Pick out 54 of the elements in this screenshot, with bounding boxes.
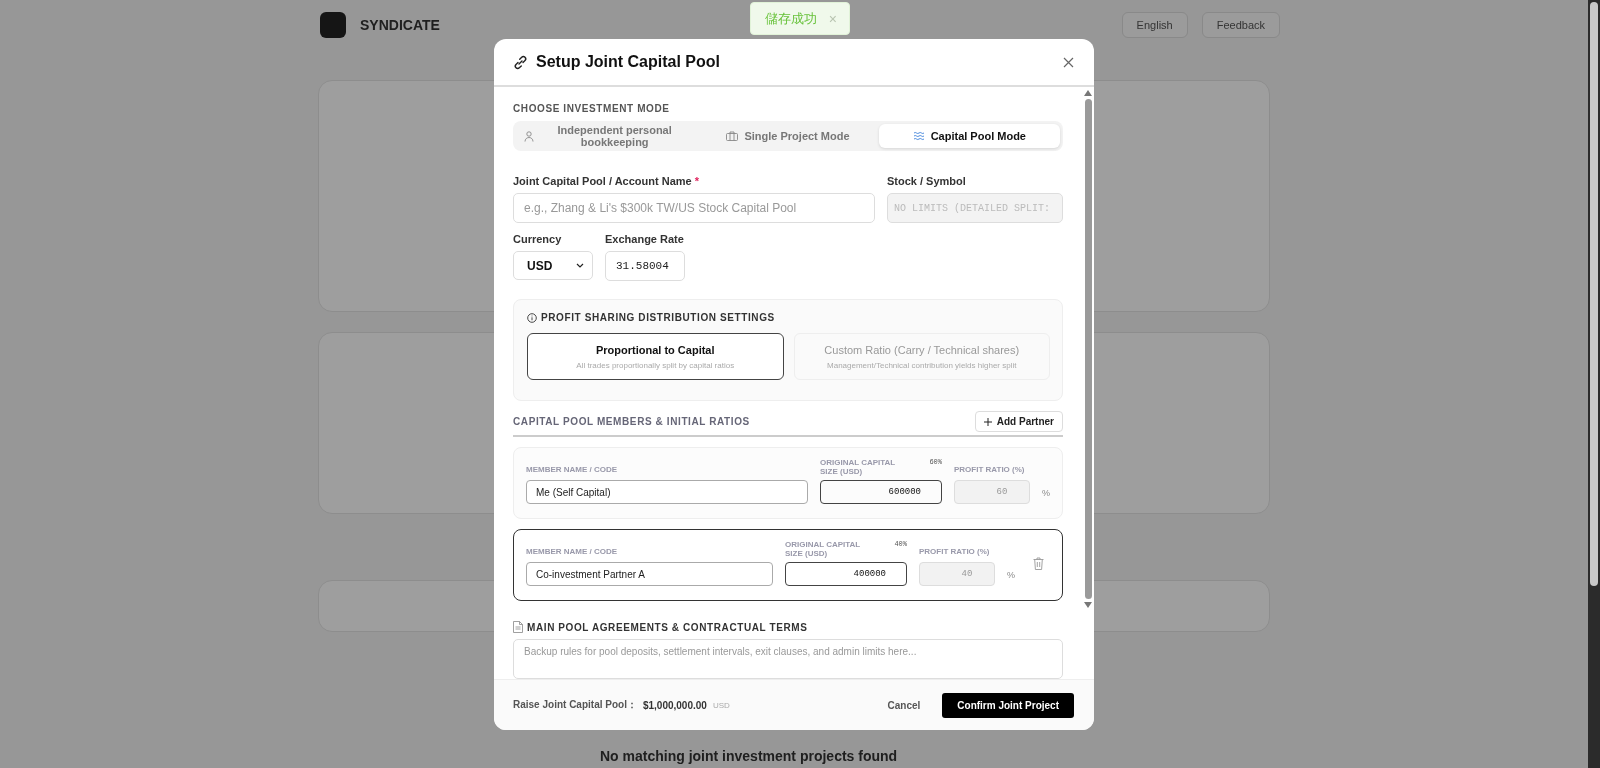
trash-icon[interactable] (1033, 556, 1044, 570)
link-icon (513, 54, 528, 70)
cancel-button[interactable]: Cancel (871, 693, 937, 717)
mode-tab[interactable]: Independent personal bookkeeping (516, 124, 698, 148)
field-label: PROFIT RATIO (%) (954, 465, 1026, 474)
section-heading: CHOOSE INVESTMENT MODE (513, 103, 671, 114)
waves-icon (912, 131, 925, 141)
field-label: Joint Capital Pool / Account Name * (513, 175, 700, 187)
brand-name: SYNDICATE (360, 17, 440, 33)
currency-select[interactable]: USD (513, 251, 593, 280)
field-label: ORIGINAL CAPITAL SIZE (USD) (820, 458, 897, 476)
capital-input[interactable]: 600000 (820, 480, 942, 504)
add-partner-button[interactable]: Add Partner (974, 411, 1063, 432)
total-currency: USD (712, 700, 730, 710)
member-name-input[interactable]: Co-investment Partner A (526, 562, 773, 586)
section-heading: MAIN POOL AGREEMENTS & CONTRACTUAL TERMS (527, 621, 808, 633)
agreements-textarea[interactable]: Backup rules for pool deposits, settlement intervals, exit clauses, and admin limits here... (513, 639, 1063, 679)
total-label: Raise Joint Capital Pool： (513, 698, 637, 712)
scroll-up-icon[interactable] (1084, 90, 1092, 96)
field-label: MEMBER NAME / CODE (526, 547, 619, 556)
percent-unit: % (1042, 488, 1050, 500)
mode-tab[interactable]: Single Project Mode (697, 124, 879, 148)
field-label: Currency (513, 233, 563, 245)
feedback-button[interactable]: Feedback (1201, 12, 1280, 38)
section-heading: CAPITAL POOL MEMBERS & INITIAL RATIOS (513, 416, 750, 427)
field-label: Exchange Rate (605, 233, 685, 245)
field-label: ORIGINAL CAPITAL SIZE (USD) (785, 540, 862, 558)
info-icon (527, 312, 537, 323)
page-scrollbar[interactable] (1588, 0, 1600, 768)
member-name-input[interactable]: Me (Self Capital) (526, 480, 808, 504)
chevron-down-icon (576, 263, 584, 268)
language-selector[interactable]: English (1121, 12, 1188, 38)
app-logo (320, 12, 346, 38)
plus-icon (983, 417, 992, 426)
capital-input[interactable]: 400000 (785, 562, 907, 586)
briefcase-icon (726, 131, 739, 141)
person-icon (523, 130, 534, 142)
section-heading: PROFIT SHARING DISTRIBUTION SETTINGS (541, 312, 775, 323)
document-icon (513, 621, 523, 633)
scroll-down-icon[interactable] (1084, 602, 1092, 608)
mode-tab[interactable]: Capital Pool Mode (878, 124, 1060, 148)
field-label: PROFIT RATIO (%) (919, 547, 991, 556)
percent-unit: % (1007, 570, 1015, 582)
toast-message: 儲存成功 (765, 9, 817, 28)
exchange-rate-input[interactable]: 31.58004 (605, 251, 685, 281)
confirm-button[interactable]: Confirm Joint Project (942, 692, 1074, 718)
field-label: MEMBER NAME / CODE (526, 465, 619, 474)
distribution-option[interactable]: Proportional to Capital All trades proportionally split by capital ratios (527, 333, 784, 380)
pool-name-input[interactable]: e.g., Zhang & Li's $300k TW/US Stock Capital Pool (513, 193, 875, 223)
total-amount: $1,000,000.00 (642, 699, 707, 711)
dialog-title: Setup Joint Capital Pool (536, 53, 720, 71)
field-label: Stock / Symbol (887, 175, 967, 187)
close-icon[interactable] (1063, 56, 1074, 68)
empty-message: No matching joint investment projects found (600, 748, 898, 764)
